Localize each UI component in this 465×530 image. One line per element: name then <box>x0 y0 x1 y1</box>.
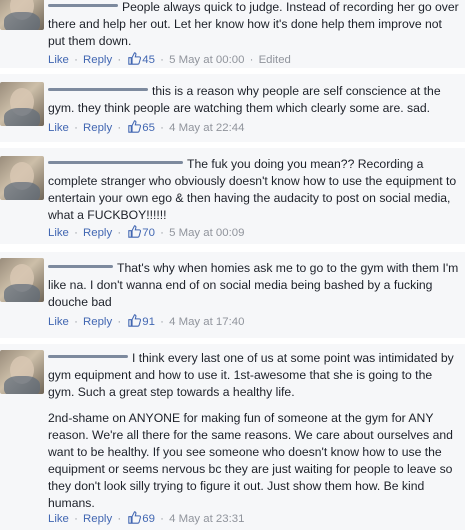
comment-meta: Like · Reply · 69 · 4 May at 23:31 <box>48 511 245 525</box>
timestamp[interactable]: 4 May at 23:31 <box>169 513 244 525</box>
avatar[interactable] <box>0 0 44 30</box>
like-link[interactable]: Like <box>48 227 69 239</box>
comment: this is a reason why people are self con… <box>0 74 465 142</box>
thumbs-up-icon[interactable] <box>128 511 142 524</box>
comment-meta: Like · Reply · 65 · 4 May at 22:44 <box>48 120 245 134</box>
comment-meta: Like · Reply · 45 · 5 May at 00:00 · Edi… <box>48 52 291 66</box>
redacted-name[interactable] <box>48 161 183 165</box>
edited-label[interactable]: Edited <box>259 54 291 66</box>
like-link[interactable]: Like <box>48 513 69 525</box>
avatar[interactable] <box>0 156 44 200</box>
reply-link[interactable]: Reply <box>83 316 112 328</box>
comment-text: I think every last one of us at some poi… <box>48 351 454 399</box>
comment-body: People always quick to judge. Instead of… <box>48 0 459 50</box>
reaction-count[interactable]: 45 <box>142 54 155 66</box>
comment-text: That's why when homies ask me to go to t… <box>48 261 459 309</box>
thumbs-up-icon[interactable] <box>128 52 142 65</box>
comment-body: this is a reason why people are self con… <box>48 83 459 117</box>
reaction-count[interactable]: 91 <box>142 316 155 328</box>
thumbs-up-icon[interactable] <box>128 120 142 133</box>
reply-link[interactable]: Reply <box>83 54 112 66</box>
comment-text: The fuk you doing you mean?? Recording a… <box>48 157 457 222</box>
comment: That's why when homies ask me to go to t… <box>0 252 465 338</box>
comment-body: That's why when homies ask me to go to t… <box>48 260 459 311</box>
timestamp[interactable]: 4 May at 22:44 <box>169 122 244 134</box>
like-link[interactable]: Like <box>48 54 69 66</box>
redacted-name[interactable] <box>48 88 148 92</box>
comment: I think every last one of us at some poi… <box>0 344 465 530</box>
avatar[interactable] <box>0 258 44 302</box>
thumbs-up-icon[interactable] <box>128 314 142 327</box>
comment-text: People always quick to judge. Instead of… <box>48 0 459 48</box>
redacted-name[interactable] <box>48 355 128 359</box>
timestamp[interactable]: 5 May at 00:09 <box>169 227 244 239</box>
comment-meta: Like · Reply · 70 · 5 May at 00:09 <box>48 225 245 239</box>
avatar[interactable] <box>0 82 44 126</box>
reaction-count[interactable]: 65 <box>142 122 155 134</box>
comment: People always quick to judge. Instead of… <box>0 0 465 68</box>
comment-feed: People always quick to judge. Instead of… <box>0 0 465 530</box>
comment-body: I think every last one of us at some poi… <box>48 350 459 512</box>
reply-link[interactable]: Reply <box>83 122 112 134</box>
redacted-name[interactable] <box>48 4 118 8</box>
comment-body: The fuk you doing you mean?? Recording a… <box>48 156 459 224</box>
like-link[interactable]: Like <box>48 122 69 134</box>
comment-meta: Like · Reply · 91 · 4 May at 17:40 <box>48 314 245 328</box>
like-link[interactable]: Like <box>48 316 69 328</box>
redacted-name[interactable] <box>48 265 113 269</box>
thumbs-up-icon[interactable] <box>128 225 142 238</box>
comment-text: 2nd-shame on ANYONE for making fun of so… <box>48 411 453 510</box>
reaction-count[interactable]: 70 <box>142 227 155 239</box>
reaction-count[interactable]: 69 <box>142 513 155 525</box>
reply-link[interactable]: Reply <box>83 513 112 525</box>
comment: The fuk you doing you mean?? Recording a… <box>0 148 465 244</box>
timestamp[interactable]: 4 May at 17:40 <box>169 316 244 328</box>
avatar[interactable] <box>0 350 44 394</box>
reply-link[interactable]: Reply <box>83 227 112 239</box>
timestamp[interactable]: 5 May at 00:00 <box>169 54 244 66</box>
